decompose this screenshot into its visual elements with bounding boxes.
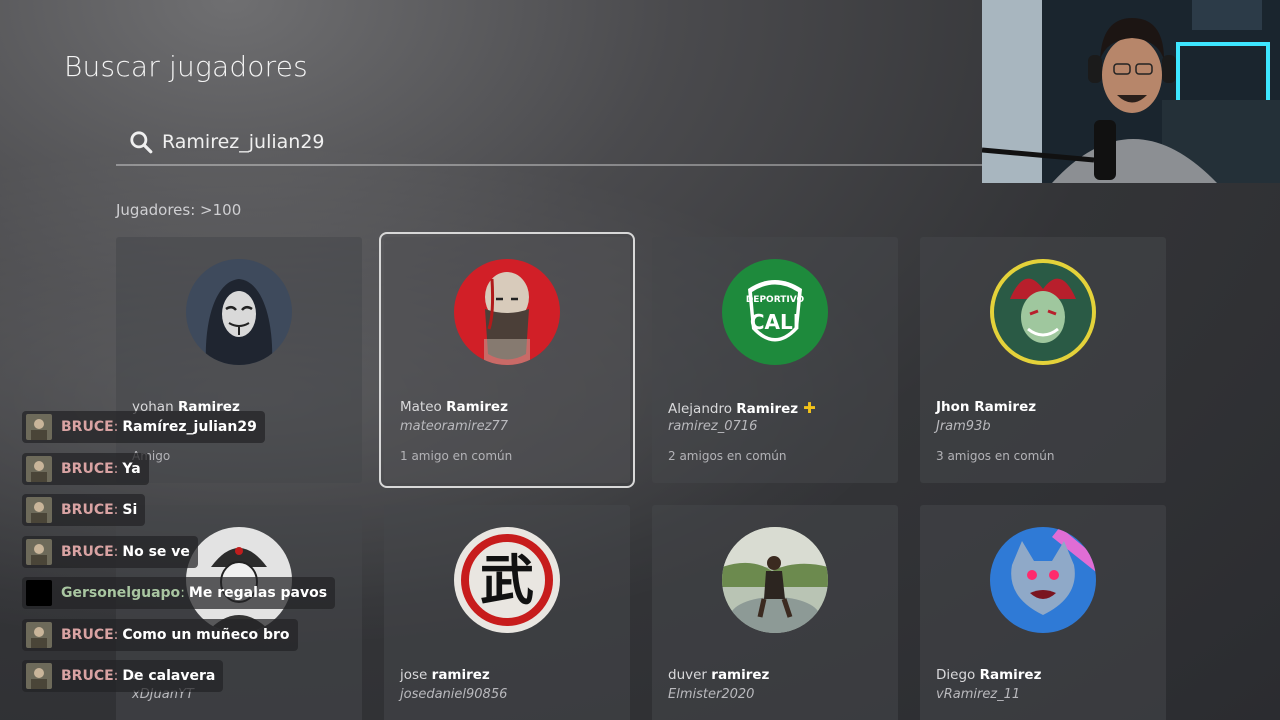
chat-username: BRUCE (61, 460, 114, 477)
search-icon (130, 131, 153, 154)
jester-avatar-icon (990, 259, 1096, 365)
chat-message: BRUCE: Ya (22, 452, 149, 485)
chat-text: Ramírez_julian29 (122, 419, 257, 435)
chat-avatar-icon (26, 455, 52, 482)
chat-username: BRUCE (61, 419, 114, 435)
player-name: Jhon Ramirez (936, 399, 1037, 415)
player-avatar (186, 259, 292, 365)
chat-message: BRUCE: Si (22, 494, 146, 526)
player-handle: vRamirez_11 (936, 687, 1021, 702)
chat-username: BRUCE (61, 502, 114, 518)
player-card[interactable]: DEPORTIVO CALI Alejandro Ramirez ✚ ramire… (652, 237, 898, 483)
chat-message: BRUCE: Ramírez_julian29 (22, 411, 265, 443)
svg-text:武: 武 (480, 549, 534, 612)
photo-avatar-icon (722, 527, 828, 633)
search-bar[interactable] (116, 120, 982, 166)
ps-plus-icon: ✚ (803, 399, 816, 417)
player-avatar (722, 527, 828, 633)
chat-username: BRUCE (61, 543, 114, 560)
chat-avatar-icon (26, 580, 52, 606)
kanji-avatar-icon: 武 (454, 527, 560, 633)
chat-message: BRUCE: Como un muñeco bro (22, 618, 298, 651)
player-card-selected[interactable]: Mateo Ramirez mateoramirez77 1 amigo en … (379, 232, 635, 488)
search-input[interactable] (162, 131, 942, 153)
webcam-feed-image (982, 0, 1280, 183)
player-handle: Elmister2020 (668, 687, 755, 702)
player-name: Alejandro Ramirez ✚ (668, 399, 816, 417)
svg-text:CALI: CALI (750, 310, 800, 334)
chat-text: Si (122, 502, 138, 518)
chat-message: Gersonelguapo: Me regalas pavos (22, 577, 336, 609)
chat-text: Ya (122, 460, 141, 477)
chat-avatar-icon (26, 663, 52, 689)
player-name: duver ramirez (668, 667, 770, 683)
chat-separator: : (113, 543, 119, 560)
anonymous-mask-avatar-icon (186, 259, 292, 365)
player-name: Mateo Ramirez (400, 399, 508, 415)
deportivo-cali-crest-icon: DEPORTIVO CALI (722, 259, 828, 365)
page-title: Buscar jugadores (64, 50, 308, 83)
chat-text: Como un muñeco bro (122, 626, 290, 643)
player-avatar (454, 259, 560, 365)
streamer-webcam (982, 0, 1280, 183)
player-avatar (990, 259, 1096, 365)
player-handle: ramirez_0716 (668, 419, 758, 434)
chat-text: No se ve (122, 543, 190, 560)
chat-username: BRUCE (61, 668, 114, 684)
chat-message: BRUCE: De calavera (22, 660, 224, 692)
chat-message: BRUCE: No se ve (22, 535, 198, 568)
kratos-avatar-icon (454, 259, 560, 365)
player-card[interactable]: duver ramirez Elmister2020 (652, 505, 898, 720)
chat-username: BRUCE (61, 626, 114, 643)
chat-username: Gersonelguapo (61, 585, 181, 601)
stream-chat: BRUCE: Ramírez_julian29 BRUCE: Ya BRUCE:… (22, 411, 336, 702)
results-count: Jugadores: >100 (116, 201, 242, 219)
chat-text: Me regalas pavos (188, 585, 328, 601)
player-avatar (990, 527, 1096, 633)
mutual-friends: 3 amigos en común (936, 449, 1055, 463)
player-handle: Jram93b (936, 419, 991, 434)
player-name: jose ramirez (400, 667, 490, 683)
chat-avatar-icon (26, 538, 52, 565)
chat-separator: : (113, 502, 119, 518)
svg-text:DEPORTIVO: DEPORTIVO (746, 295, 805, 305)
chat-separator: : (113, 668, 119, 684)
player-avatar: 武 (454, 527, 560, 633)
chat-separator: : (180, 585, 185, 601)
chat-text: De calavera (122, 668, 216, 684)
player-handle: mateoramirez77 (400, 419, 508, 434)
player-avatar: DEPORTIVO CALI (722, 259, 828, 365)
mutual-friends: 2 amigos en común (668, 449, 787, 463)
chat-separator: : (113, 419, 119, 435)
chat-avatar-icon (26, 621, 52, 648)
player-name: Diego Ramirez (936, 667, 1042, 683)
player-handle: josedaniel90856 (400, 687, 508, 702)
chat-separator: : (113, 626, 119, 643)
chat-avatar-icon (26, 414, 52, 440)
laser-cat-avatar-icon (990, 527, 1096, 633)
player-card[interactable]: Jhon Ramirez Jram93b 3 amigos en común (920, 237, 1166, 483)
mutual-friends: 1 amigo en común (400, 449, 513, 463)
chat-avatar-icon (26, 497, 52, 523)
player-card[interactable]: Diego Ramirez vRamirez_11 (920, 505, 1166, 720)
chat-separator: : (113, 460, 119, 477)
player-card[interactable]: 武 jose ramirez josedaniel90856 (384, 505, 630, 720)
